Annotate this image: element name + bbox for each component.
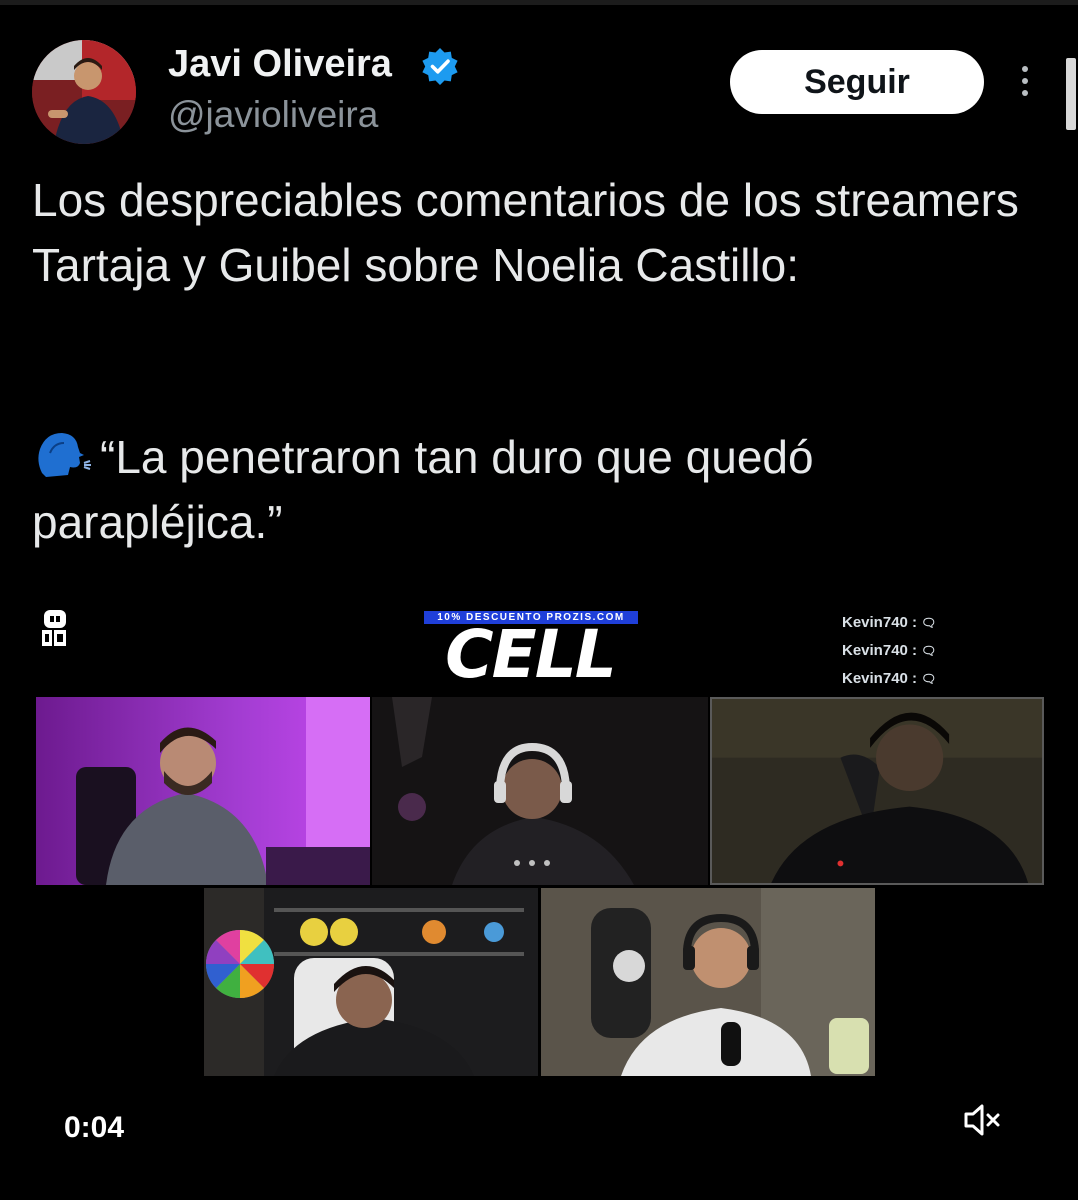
show-logo: CELL <box>445 616 617 693</box>
avatar[interactable] <box>32 40 136 144</box>
chat-user: Kevin740 : <box>842 670 918 687</box>
scrollbar-thumb[interactable] <box>1066 58 1076 130</box>
verified-badge-icon <box>422 48 458 85</box>
chat-user: Kevin740 : <box>842 614 918 631</box>
webcam-feed-3 <box>710 697 1044 885</box>
follow-button[interactable]: Seguir <box>730 50 984 114</box>
webcam-feed-2 <box>372 697 708 885</box>
webcam-feed-5 <box>541 888 875 1076</box>
speech-bubble-icon: 🗨 <box>921 644 937 658</box>
chat-user: Kevin740 : <box>842 642 918 659</box>
speaker-muted-icon[interactable] <box>962 1102 1002 1138</box>
speech-bubble-icon: 🗨 <box>921 616 937 630</box>
webcam-feed-4 <box>204 888 538 1076</box>
chat-message: Kevin740 : 🗨 <box>842 613 952 633</box>
more-vertical-icon[interactable] <box>1010 62 1040 102</box>
video-elapsed-time: 0:04 <box>64 1111 125 1144</box>
tweet-paragraph: Los despreciables comentarios de los str… <box>32 174 1019 291</box>
speech-bubble-icon: 🗨 <box>921 672 937 686</box>
chat-message: Kevin740 : 🗨 <box>842 669 952 689</box>
author-name[interactable]: Javi Oliveira <box>168 42 392 86</box>
chat-message: Kevin740 : 🗨 <box>842 641 952 661</box>
webcam-feed-1 <box>36 697 370 885</box>
top-divider <box>0 0 1078 5</box>
quote-text: “La penetraron tan duro que quedó parapl… <box>32 431 814 548</box>
speaking-head-icon <box>38 433 91 477</box>
tweet-text: Los despreciables comentarios de los str… <box>32 168 1042 298</box>
author-handle[interactable]: @javioliveira <box>168 93 378 137</box>
channel-logo-icon <box>42 610 66 646</box>
tweet-page: Javi Oliveira @javioliveira Seguir Los d… <box>0 0 1078 1200</box>
tweet-quote: “La penetraron tan duro que quedó parapl… <box>32 425 1042 555</box>
